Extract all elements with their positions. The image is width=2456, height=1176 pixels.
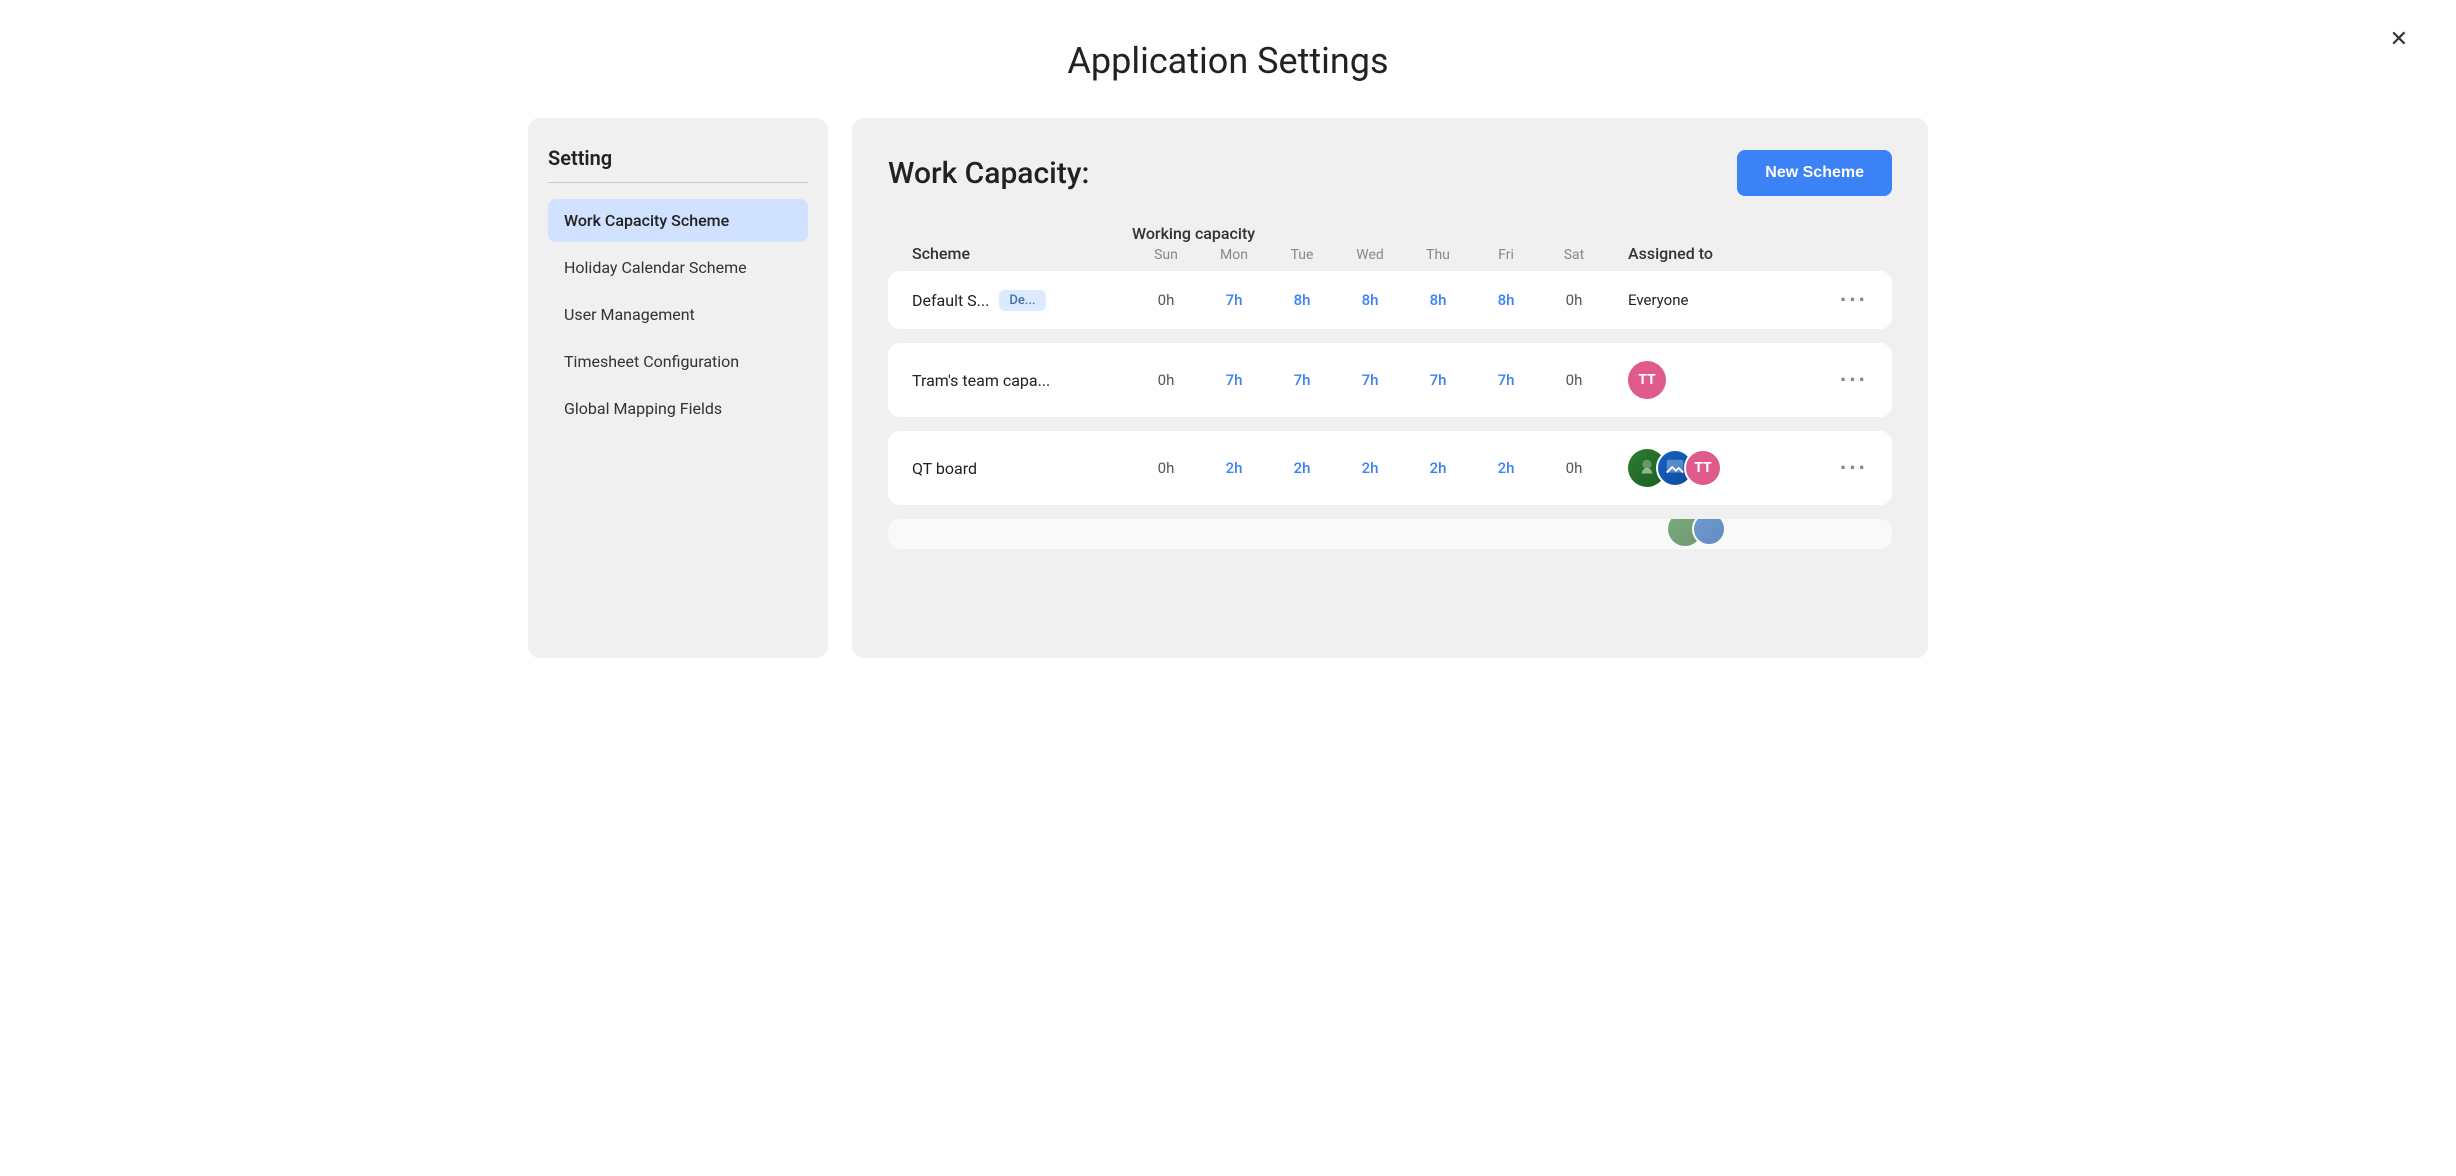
day-val-row0-tue: 8h [1268,291,1336,309]
day-sat: Sat [1540,247,1608,263]
assigned-partial [1668,519,1868,546]
sidebar-item-holiday-calendar-scheme[interactable]: Holiday Calendar Scheme [548,246,808,289]
scheme-name-text: Default S... [912,291,989,310]
day-wed: Wed [1336,247,1404,263]
day-val-row0-fri: 8h [1472,291,1540,309]
day-fri: Fri [1472,247,1540,263]
table-header: Scheme Working capacity Sun Mon Tue Wed … [888,224,1892,263]
scheme-name-tram: Tram's team capa... [912,371,1132,390]
content-header: Work Capacity: New Scheme [888,150,1892,196]
avatar-group-row2: TT [1628,449,1722,487]
day-values-row1: 0h 7h 7h 7h 7h 7h 0h [1132,371,1628,389]
day-val-row1-mon: 7h [1200,371,1268,389]
assigned-text-row0: Everyone [1628,291,1688,309]
content-area: Work Capacity: New Scheme Scheme Working… [852,118,1928,658]
main-layout: Setting Work Capacity Scheme Holiday Cal… [528,118,1928,658]
day-val-row1-tue: 7h [1268,371,1336,389]
day-val-row1-sun: 0h [1132,371,1200,389]
day-val-row0-thu: 8h [1404,291,1472,309]
sidebar: Setting Work Capacity Scheme Holiday Cal… [528,118,828,658]
table-row: Default S... De... 0h 7h 8h 8h 8h 8h 0h … [888,271,1892,329]
avatar-tt-row1: TT [1628,361,1666,399]
day-values-row0: 0h 7h 8h 8h 8h 8h 0h [1132,291,1628,309]
assigned-cell-row1: TT [1628,361,1828,399]
avatar-tt-row2: TT [1684,449,1722,487]
col-assigned-header: Assigned to [1628,244,1828,263]
close-button[interactable]: ✕ [2390,28,2408,50]
day-val-row2-fri: 2h [1472,459,1540,477]
working-capacity-label: Working capacity [1132,224,1628,243]
day-val-row0-wed: 8h [1336,291,1404,309]
more-button-row2[interactable]: ··· [1840,457,1868,479]
more-button-row0[interactable]: ··· [1840,289,1868,311]
scheme-name-default: Default S... De... [912,290,1132,311]
day-tue: Tue [1268,247,1336,263]
more-button-row1[interactable]: ··· [1840,369,1868,391]
sidebar-item-work-capacity-scheme[interactable]: Work Capacity Scheme [548,199,808,242]
day-val-row1-fri: 7h [1472,371,1540,389]
row-actions-row1: ··· [1828,369,1868,391]
scheme-name-qt: QT board [912,459,1132,478]
scheme-name-text: Tram's team capa... [912,371,1050,390]
sidebar-item-user-management[interactable]: User Management [548,293,808,336]
avatar-group-partial [1668,519,1726,546]
day-val-row1-wed: 7h [1336,371,1404,389]
scheme-name-text: QT board [912,459,977,478]
sidebar-item-global-mapping-fields[interactable]: Global Mapping Fields [548,387,808,430]
day-val-row2-thu: 2h [1404,459,1472,477]
col-days-header: Sun Mon Tue Wed Thu Fri Sat [1132,247,1628,263]
day-val-row2-tue: 2h [1268,459,1336,477]
day-values-row2: 0h 2h 2h 2h 2h 2h 0h [1132,459,1628,477]
sidebar-item-timesheet-configuration[interactable]: Timesheet Configuration [548,340,808,383]
day-val-row1-thu: 7h [1404,371,1472,389]
avatar-group-row1: TT [1628,361,1666,399]
sidebar-title: Setting [548,146,808,183]
day-sun: Sun [1132,247,1200,263]
page-title: Application Settings [1067,40,1388,82]
day-val-row2-sun: 0h [1132,459,1200,477]
day-val-row1-sat: 0h [1540,371,1608,389]
day-mon: Mon [1200,247,1268,263]
col-working-capacity-header: Working capacity Sun Mon Tue Wed Thu Fri… [1132,224,1628,263]
new-scheme-button[interactable]: New Scheme [1737,150,1892,196]
day-val-row2-wed: 2h [1336,459,1404,477]
day-val-row0-sun: 0h [1132,291,1200,309]
table-row: Tram's team capa... 0h 7h 7h 7h 7h 7h 0h… [888,343,1892,417]
day-thu: Thu [1404,247,1472,263]
table-row: QT board 0h 2h 2h 2h 2h 2h 0h [888,431,1892,505]
avatar-blue-partial [1692,519,1726,546]
day-val-row0-sat: 0h [1540,291,1608,309]
day-val-row2-mon: 2h [1200,459,1268,477]
row-actions-row0: ··· [1828,289,1868,311]
col-scheme-header: Scheme [912,244,1132,263]
day-val-row2-sat: 0h [1540,459,1608,477]
assigned-cell-row0: Everyone [1628,291,1828,309]
table-row-partial [888,519,1892,549]
content-area-title: Work Capacity: [888,156,1089,191]
scheme-badge-default: De... [999,290,1045,311]
assigned-cell-row2: TT [1628,449,1828,487]
day-val-row0-mon: 7h [1200,291,1268,309]
row-actions-row2: ··· [1828,457,1868,479]
